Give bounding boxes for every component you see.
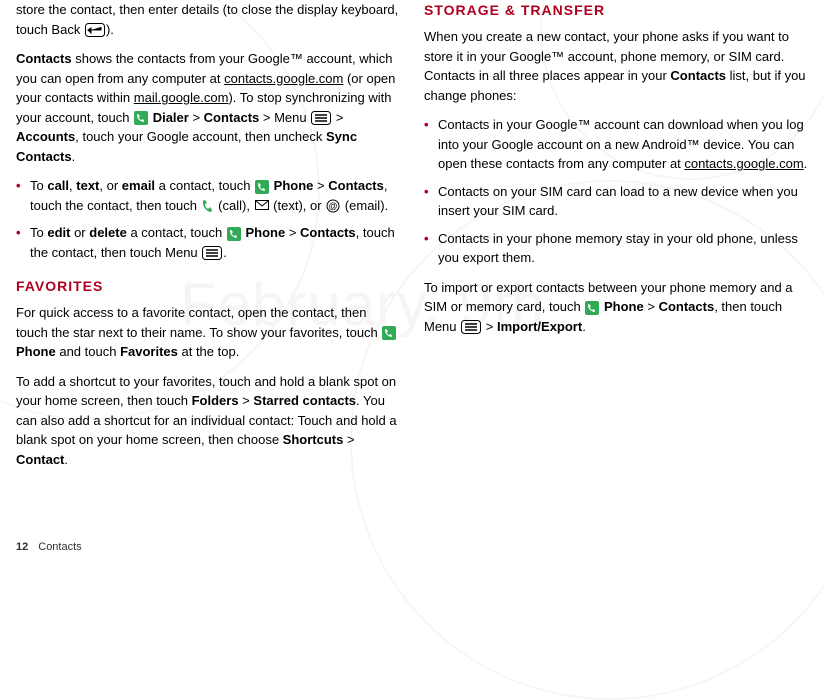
menu-icon — [311, 111, 331, 125]
phone-app-icon — [585, 301, 599, 315]
page-number: 12 — [16, 541, 28, 553]
back-icon — [85, 23, 105, 37]
call-icon — [202, 199, 214, 213]
list-item: Contacts in your phone memory stay in yo… — [424, 229, 808, 268]
action-list: To call, text, or email a contact, touch… — [16, 176, 400, 262]
svg-text:@: @ — [329, 201, 338, 211]
heading-favorites: FAVORITES — [16, 276, 400, 297]
page-footer: 12 Contacts — [16, 539, 82, 556]
menu-icon — [461, 320, 481, 334]
list-item: Contacts in your Google™ account can dow… — [424, 115, 808, 174]
left-column: store the contact, then enter details (t… — [16, 0, 400, 479]
link-mail-google: mail.google.com — [134, 90, 229, 105]
dialer-icon — [134, 111, 148, 125]
phone-app-icon — [255, 180, 269, 194]
menu-icon — [202, 246, 222, 260]
list-item: To edit or delete a contact, touch Phone… — [16, 223, 400, 262]
section-name: Contacts — [38, 541, 81, 553]
page-content: store the contact, then enter details (t… — [0, 0, 824, 479]
text-icon — [255, 200, 269, 212]
right-column: STORAGE & TRANSFER When you create a new… — [424, 0, 808, 479]
paragraph: To add a shortcut to your favorites, tou… — [16, 372, 400, 470]
phone-app-icon — [227, 227, 241, 241]
list-item: To call, text, or email a contact, touch… — [16, 176, 400, 215]
paragraph: Contacts shows the contacts from your Go… — [16, 49, 400, 166]
paragraph: For quick access to a favorite contact, … — [16, 303, 400, 362]
heading-storage: STORAGE & TRANSFER — [424, 0, 808, 21]
list-item: Contacts on your SIM card can load to a … — [424, 182, 808, 221]
link-contacts-google: contacts.google.com — [684, 156, 803, 171]
storage-list: Contacts in your Google™ account can dow… — [424, 115, 808, 268]
phone-app-icon — [382, 326, 396, 340]
paragraph: store the contact, then enter details (t… — [16, 0, 400, 39]
paragraph: To import or export contacts between you… — [424, 278, 808, 337]
email-icon: @ — [326, 199, 340, 213]
link-contacts-google: contacts.google.com — [224, 71, 343, 86]
paragraph: When you create a new contact, your phon… — [424, 27, 808, 105]
